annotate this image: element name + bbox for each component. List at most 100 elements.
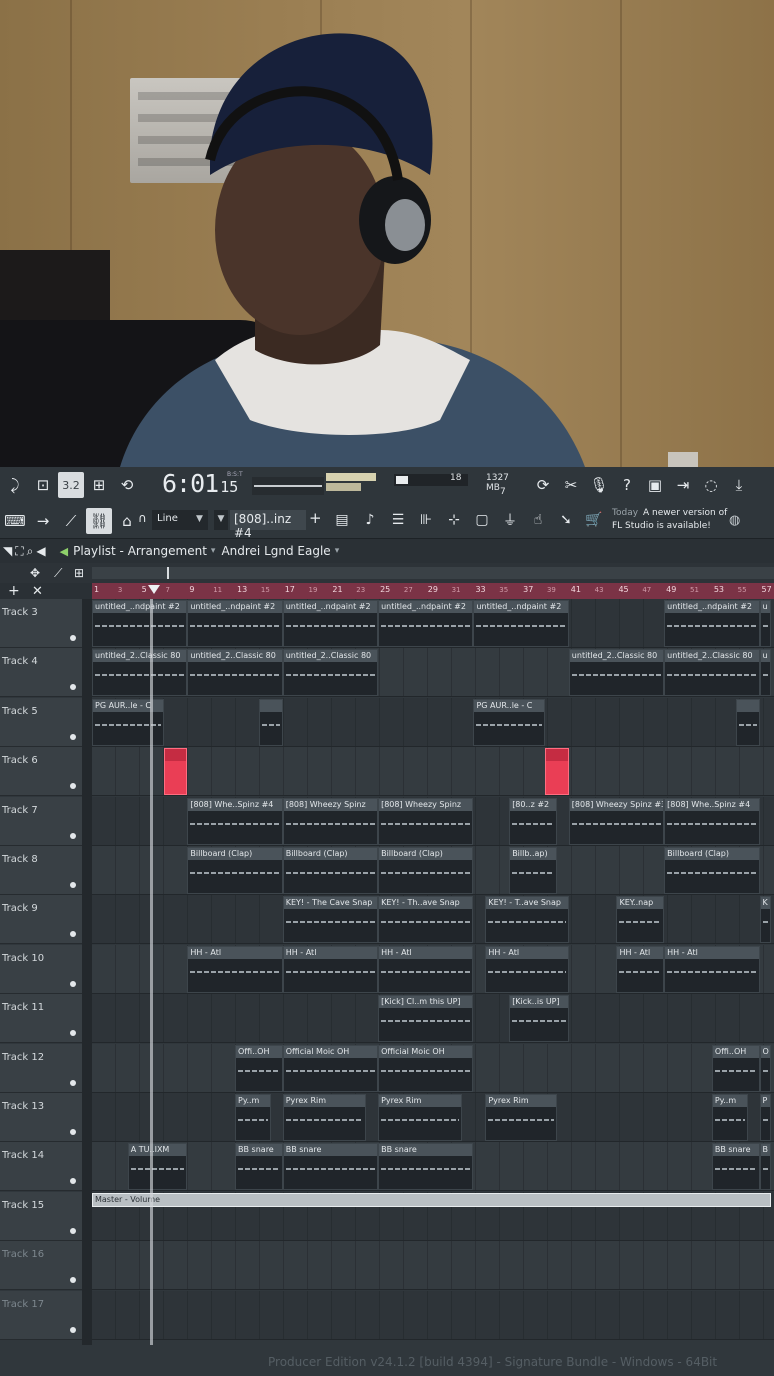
pattern-selector[interactable]: [808]..inz #4: [230, 510, 306, 540]
track-mute-led[interactable]: [70, 1327, 76, 1333]
pattern-clip[interactable]: [544, 748, 569, 795]
track-header[interactable]: Track 5: [0, 698, 82, 747]
snap-icon[interactable]: ⊞: [74, 566, 84, 580]
shop-icon[interactable]: 🛒: [581, 507, 607, 533]
metronome-icon[interactable]: ⤸: [2, 472, 28, 498]
playlist-icon[interactable]: ▤: [329, 507, 355, 533]
track-header[interactable]: Track 4: [0, 648, 82, 697]
browser-icon[interactable]: ▢: [469, 507, 495, 533]
pattern-clip[interactable]: A TU..IXM: [127, 1143, 188, 1190]
track-mute-led[interactable]: [70, 635, 76, 641]
track-mute-led[interactable]: [70, 931, 76, 937]
pointer-icon[interactable]: ◥: [3, 544, 12, 558]
track-mute-led[interactable]: [70, 1178, 76, 1184]
pattern-clip[interactable]: untitled_2..Classic 80: [187, 649, 283, 696]
add-track-button[interactable]: +: [8, 583, 20, 599]
pattern-clip[interactable]: KEY! - T..ave Snap: [485, 896, 569, 943]
pattern-clip[interactable]: KEY! - Th..ave Snap: [378, 896, 474, 943]
pattern-clip[interactable]: u: [759, 649, 772, 696]
pattern-clip[interactable]: Pyrex Rim: [282, 1094, 367, 1141]
pattern-clip[interactable]: BB snare: [378, 1143, 474, 1190]
pencil-icon[interactable]: ⟋: [54, 566, 62, 581]
pattern-clip[interactable]: Py..m: [235, 1094, 271, 1141]
track-header-splitter[interactable]: [82, 599, 92, 1345]
mixer-icon[interactable]: ⊪: [413, 507, 439, 533]
pattern-clip[interactable]: u: [759, 600, 772, 647]
pattern-clip[interactable]: O: [759, 1045, 772, 1092]
timeline-ruler[interactable]: 1 3 5 7 9 11 13 15 17 19 21 23 25 27 29 31 33 35 37 39 41 43 4…: [92, 583, 774, 599]
pattern-clip[interactable]: K: [759, 896, 772, 943]
track-header[interactable]: Track 6: [0, 747, 82, 796]
track-header[interactable]: Track 9: [0, 895, 82, 944]
export-icon[interactable]: ⇥: [670, 472, 696, 498]
pattern-clip[interactable]: Pyrex Rim: [378, 1094, 462, 1141]
track-header[interactable]: Track 15: [0, 1192, 82, 1241]
pattern-clip[interactable]: Billboard (Clap): [282, 847, 379, 894]
track-mute-led[interactable]: [70, 684, 76, 690]
cut-icon[interactable]: ✂: [558, 472, 584, 498]
pattern-clip[interactable]: HH - Atl: [664, 946, 760, 993]
pattern-clip[interactable]: KEY! - The Cave Snap: [282, 896, 379, 943]
track-header[interactable]: Track 14: [0, 1142, 82, 1191]
pattern-clip[interactable]: [258, 699, 283, 746]
track-lane[interactable]: [92, 1291, 774, 1340]
playhead[interactable]: [150, 599, 153, 1345]
track-lane[interactable]: [92, 698, 774, 747]
track-header[interactable]: Track 13: [0, 1093, 82, 1142]
chevron-down-icon[interactable]: ▾: [211, 546, 216, 556]
track-mute-led[interactable]: [70, 1228, 76, 1234]
track-mute-led[interactable]: [70, 1080, 76, 1086]
track-header[interactable]: Track 17: [0, 1291, 82, 1340]
track-mute-led[interactable]: [70, 1129, 76, 1135]
plugin-icon[interactable]: ⏚: [497, 507, 523, 533]
zoom-icon[interactable]: ⌕: [27, 544, 34, 559]
pattern-clip[interactable]: [808] Wheezy Spinz: [282, 798, 379, 845]
pattern-clip[interactable]: P: [759, 1094, 772, 1141]
pattern-clip[interactable]: untitled_2..Classic 80: [568, 649, 665, 696]
refresh-icon[interactable]: ⟳: [530, 472, 556, 498]
tutorial-icon[interactable]: ➘: [553, 507, 579, 533]
song-position-marker[interactable]: [148, 585, 160, 594]
track-lane[interactable]: [92, 747, 774, 796]
pattern-clip[interactable]: HH - Atl: [485, 946, 569, 993]
pattern-clip[interactable]: untitled_..ndpaint #2: [92, 600, 188, 647]
pattern-clip[interactable]: Offi..OH: [235, 1045, 283, 1092]
touch-controller-icon[interactable]: ☝: [525, 507, 551, 533]
track-mute-led[interactable]: [70, 981, 76, 987]
download-icon[interactable]: ⤓: [726, 472, 752, 498]
pattern-clip[interactable]: [808] Whe..Spinz #4: [187, 798, 283, 845]
chat-icon[interactable]: ◌: [698, 472, 724, 498]
playlist-overview-scrollbar[interactable]: [92, 567, 774, 579]
automation-clip[interactable]: Master - Volume: [92, 1193, 772, 1207]
typing-keyboard-icon[interactable]: ⌨: [2, 508, 28, 534]
countdown-icon[interactable]: 3.2: [58, 472, 84, 498]
wait-input-icon[interactable]: ⊡: [30, 472, 56, 498]
track-header[interactable]: Track 8: [0, 846, 82, 895]
pattern-dropdown-button[interactable]: ▼: [214, 510, 228, 530]
stamp-icon[interactable]: ⌂: [114, 508, 140, 534]
help-icon[interactable]: ?: [614, 472, 640, 498]
speaker-icon[interactable]: ◀: [36, 544, 45, 558]
pattern-clip[interactable]: KEY..nap: [616, 896, 665, 943]
pattern-clip[interactable]: untitled_..ndpaint #2: [664, 600, 760, 647]
pattern-clip[interactable]: [735, 699, 760, 746]
pattern-clip[interactable]: Official Moic OH: [282, 1045, 379, 1092]
pattern-clip[interactable]: BB snare: [235, 1143, 283, 1190]
track-header[interactable]: Track 11: [0, 994, 82, 1043]
track-mute-led[interactable]: [70, 734, 76, 740]
pattern-clip[interactable]: [808] Wheezy Spinz #3: [568, 798, 665, 845]
save-icon[interactable]: ▣: [642, 472, 668, 498]
link-icon[interactable]: ⛓: [86, 508, 112, 534]
pattern-clip[interactable]: Billboard (Clap): [187, 847, 283, 894]
pattern-clip[interactable]: untitled_2..Classic 80: [282, 649, 379, 696]
pattern-clip[interactable]: Py..m: [711, 1094, 748, 1141]
blend-notes-icon[interactable]: ⊞: [86, 472, 112, 498]
playlist-pattern-name[interactable]: Andrei Lgnd Eagle: [221, 544, 330, 558]
globe-icon[interactable]: ◍: [729, 513, 740, 528]
pattern-clip[interactable]: HH - Atl: [378, 946, 474, 993]
pattern-clip[interactable]: untitled_..ndpaint #2: [473, 600, 569, 647]
draw-tool-icon[interactable]: ⟋: [58, 508, 84, 534]
pattern-clip[interactable]: Offi..OH: [711, 1045, 760, 1092]
track-header[interactable]: Track 7: [0, 797, 82, 846]
pattern-clip[interactable]: [Kick..is UP]: [509, 995, 569, 1042]
